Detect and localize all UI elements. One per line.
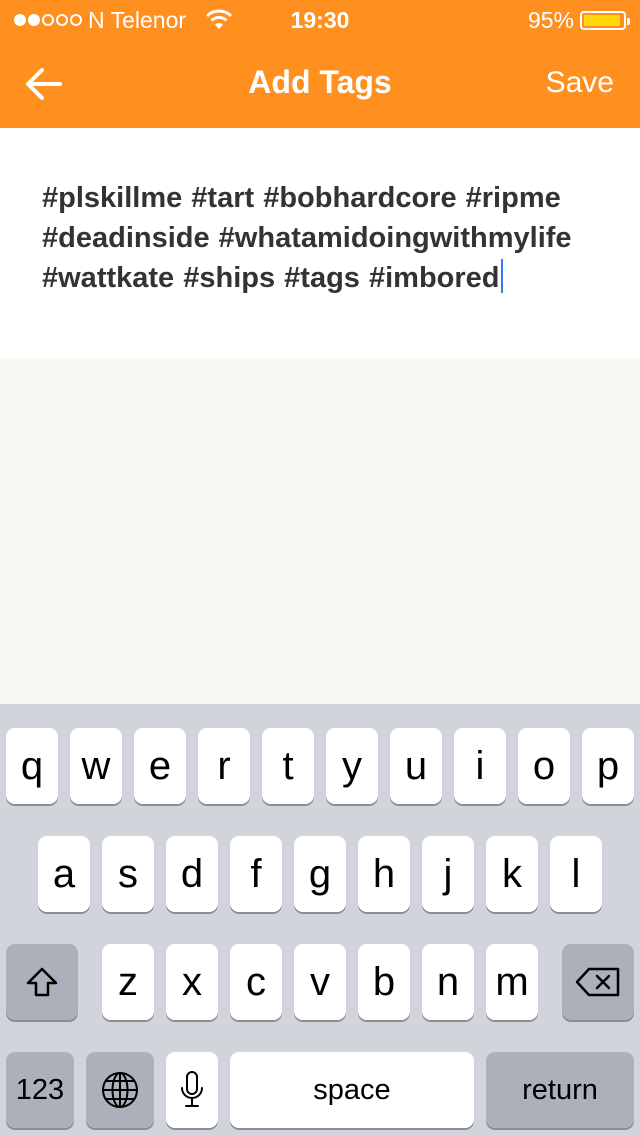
save-button[interactable]: Save — [546, 66, 614, 100]
battery-icon — [580, 11, 630, 30]
delete-key[interactable] — [562, 944, 634, 1020]
app-header: N Telenor 19:30 95% Add Tags Save — [0, 0, 640, 128]
key-j[interactable]: j — [422, 836, 474, 912]
dictation-key[interactable] — [166, 1052, 218, 1128]
key-b[interactable]: b — [358, 944, 410, 1020]
key-z[interactable]: z — [102, 944, 154, 1020]
status-bar: N Telenor 19:30 95% — [0, 0, 640, 40]
key-q[interactable]: q — [6, 728, 58, 804]
keyboard: q w e r t y u i o p a s d f g h j k l z x c v b n m 123 space return — [0, 704, 640, 1136]
key-k[interactable]: k — [486, 836, 538, 912]
key-y[interactable]: y — [326, 728, 378, 804]
key-n[interactable]: n — [422, 944, 474, 1020]
key-u[interactable]: u — [390, 728, 442, 804]
key-x[interactable]: x — [166, 944, 218, 1020]
shift-key[interactable] — [6, 944, 78, 1020]
tags-text[interactable]: #plskillme #tart #bobhardcore #ripme #de… — [42, 178, 612, 298]
numbers-key[interactable]: 123 — [6, 1052, 74, 1128]
shift-icon — [26, 967, 58, 997]
battery-percent: 95% — [527, 7, 574, 33]
key-m[interactable]: m — [486, 944, 538, 1020]
key-h[interactable]: h — [358, 836, 410, 912]
text-cursor — [500, 259, 503, 293]
tags-input[interactable]: #plskillme #tart #bobhardcore #ripme #de… — [0, 128, 640, 358]
key-d[interactable]: d — [166, 836, 218, 912]
space-key[interactable]: space — [230, 1052, 474, 1128]
return-key[interactable]: return — [486, 1052, 634, 1128]
key-s[interactable]: s — [102, 836, 154, 912]
globe-icon — [102, 1072, 138, 1108]
page-title: Add Tags — [248, 64, 392, 100]
key-t[interactable]: t — [262, 728, 314, 804]
key-r[interactable]: r — [198, 728, 250, 804]
tags-value: #plskillme #tart #bobhardcore #ripme #de… — [42, 182, 572, 294]
key-g[interactable]: g — [294, 836, 346, 912]
delete-icon — [575, 967, 620, 997]
key-e[interactable]: e — [134, 728, 186, 804]
key-c[interactable]: c — [230, 944, 282, 1020]
key-f[interactable]: f — [230, 836, 282, 912]
key-v[interactable]: v — [294, 944, 346, 1020]
key-o[interactable]: o — [518, 728, 570, 804]
key-a[interactable]: a — [38, 836, 90, 912]
globe-key[interactable] — [86, 1052, 154, 1128]
nav-bar: Add Tags Save — [0, 40, 640, 128]
key-i[interactable]: i — [454, 728, 506, 804]
key-w[interactable]: w — [70, 728, 122, 804]
key-l[interactable]: l — [550, 836, 602, 912]
microphone-icon — [181, 1071, 203, 1107]
key-p[interactable]: p — [582, 728, 634, 804]
